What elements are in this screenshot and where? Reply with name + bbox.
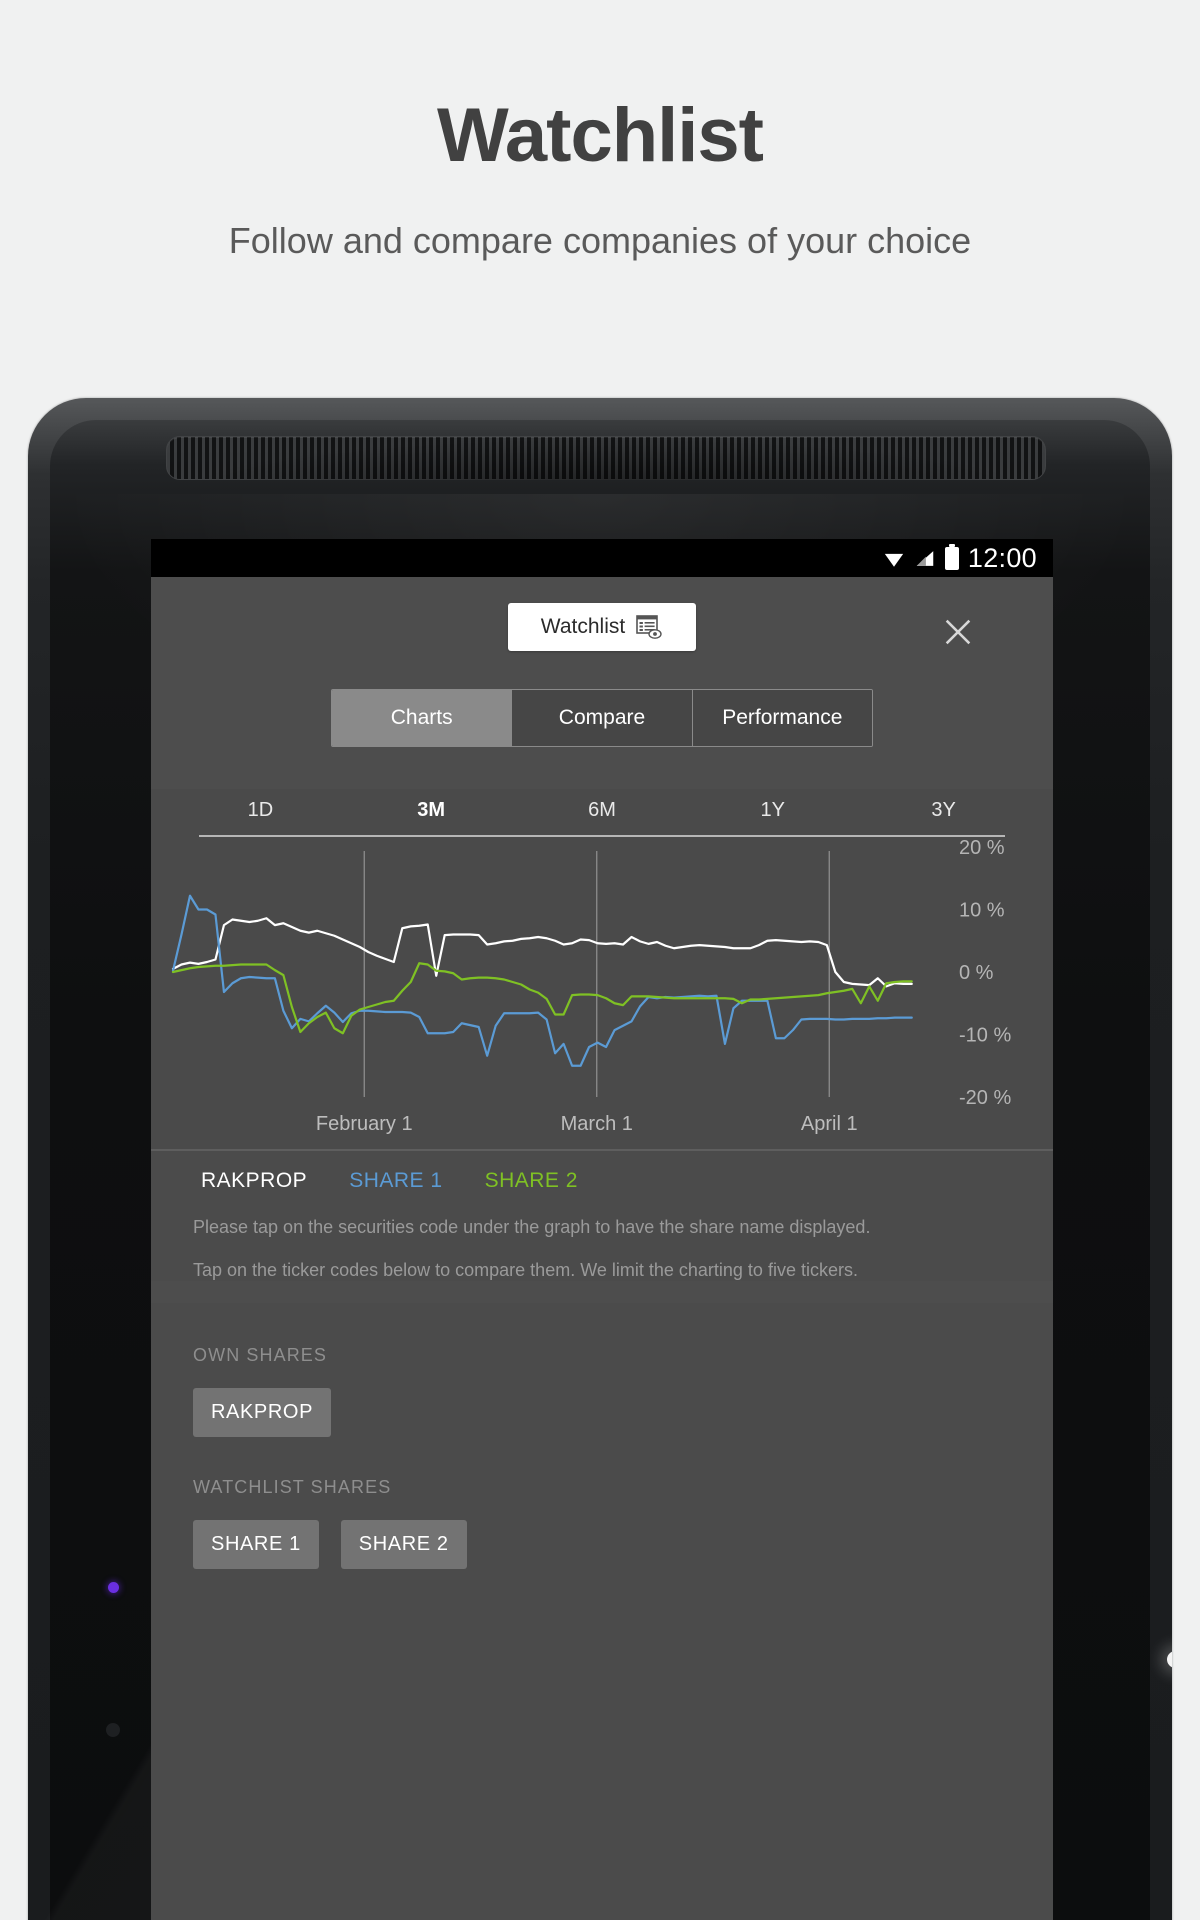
watchlist-button-label: Watchlist xyxy=(540,615,626,638)
status-bar: 12:00 xyxy=(151,539,1053,577)
x-tick-label: February 1 xyxy=(315,1113,413,1135)
range-1y[interactable]: 1Y xyxy=(687,799,858,822)
sensor-dot-icon xyxy=(106,1723,120,1737)
svg-text:20 %: 20 % xyxy=(959,837,1005,859)
battery-icon xyxy=(944,543,959,570)
hero-section: Watchlist Follow and compare companies o… xyxy=(0,0,1200,262)
device-screen: 12:00 Watchlist Charts Compare Performan… xyxy=(151,539,1053,1920)
speaker-shadow xyxy=(166,436,1046,480)
range-6m[interactable]: 6M xyxy=(517,799,688,822)
range-3y[interactable]: 3Y xyxy=(858,799,1029,822)
watchlist-button[interactable]: Watchlist xyxy=(508,603,696,651)
own-shares-chips: RAKPROP xyxy=(193,1388,1053,1437)
chart-canvas: 20 % 10 % 0 % -10 % -20 % xyxy=(171,837,1011,1109)
svg-text:-20 %: -20 % xyxy=(959,1087,1011,1109)
ticker-sections: OWN SHARES RAKPROP WATCHLIST SHARES SHAR… xyxy=(151,1303,1053,1920)
chart-card: 1D 3M 6M 1Y 3Y 20 % 10 % 0 % -10 % -20 % Feb… xyxy=(151,789,1053,1149)
tab-performance[interactable]: Performance xyxy=(692,690,872,746)
chart-legend: RAKPROP SHARE 1 SHARE 2 xyxy=(151,1149,1053,1203)
legend-item-share-2[interactable]: SHARE 2 xyxy=(485,1169,578,1193)
tab-compare[interactable]: Compare xyxy=(512,690,693,746)
price-chart[interactable]: 20 % 10 % 0 % -10 % -20 % xyxy=(151,837,1053,1109)
chip-rakprop[interactable]: RAKPROP xyxy=(193,1388,332,1437)
x-tick-label: April 1 xyxy=(800,1113,858,1135)
header-spacer xyxy=(151,747,1053,789)
range-selector: 1D 3M 6M 1Y 3Y xyxy=(151,789,1053,831)
help-notes: Please tap on the securities code under … xyxy=(151,1203,1053,1281)
wifi-icon xyxy=(884,553,904,567)
svg-text:-10 %: -10 % xyxy=(959,1025,1011,1047)
page-subtitle: Follow and compare companies of your cho… xyxy=(228,220,972,261)
svg-text:10 %: 10 % xyxy=(959,900,1005,922)
svg-text:0 %: 0 % xyxy=(959,962,994,984)
x-tick-label: March 1 xyxy=(560,1113,633,1135)
close-icon[interactable] xyxy=(941,615,975,649)
section-title-watchlist-shares: WATCHLIST SHARES xyxy=(193,1477,392,1497)
chip-share-2[interactable]: SHARE 2 xyxy=(340,1520,467,1569)
status-bar-clock: 12:00 xyxy=(967,542,1037,573)
chart-x-axis: February 1 March 1 April 1 xyxy=(151,1109,1053,1149)
page-title: Watchlist xyxy=(437,93,764,178)
watchlist-shares-chips: SHARE 1 SHARE 2 xyxy=(193,1520,1053,1569)
chip-share-1[interactable]: SHARE 1 xyxy=(193,1520,319,1569)
promo-page: Watchlist Follow and compare companies o… xyxy=(0,0,1200,1920)
help-note-1: Please tap on the securities code under … xyxy=(193,1217,871,1237)
app-header: Watchlist Charts Compare Performance xyxy=(151,577,1053,789)
signal-icon xyxy=(916,550,934,566)
legend-item-rakprop[interactable]: RAKPROP xyxy=(201,1169,307,1193)
list-eye-icon xyxy=(636,615,662,639)
legend-item-share-1[interactable]: SHARE 1 xyxy=(349,1169,442,1193)
front-camera-icon xyxy=(1167,1651,1172,1668)
range-1d[interactable]: 1D xyxy=(175,799,346,822)
view-tabs: Charts Compare Performance xyxy=(331,689,873,747)
section-title-own-shares: OWN SHARES xyxy=(193,1345,328,1365)
help-note-2: Tap on the ticker codes below to compare… xyxy=(193,1260,858,1280)
notification-led-icon xyxy=(108,1582,119,1593)
tab-charts[interactable]: Charts xyxy=(332,690,513,746)
range-3m[interactable]: 3M xyxy=(346,799,517,822)
